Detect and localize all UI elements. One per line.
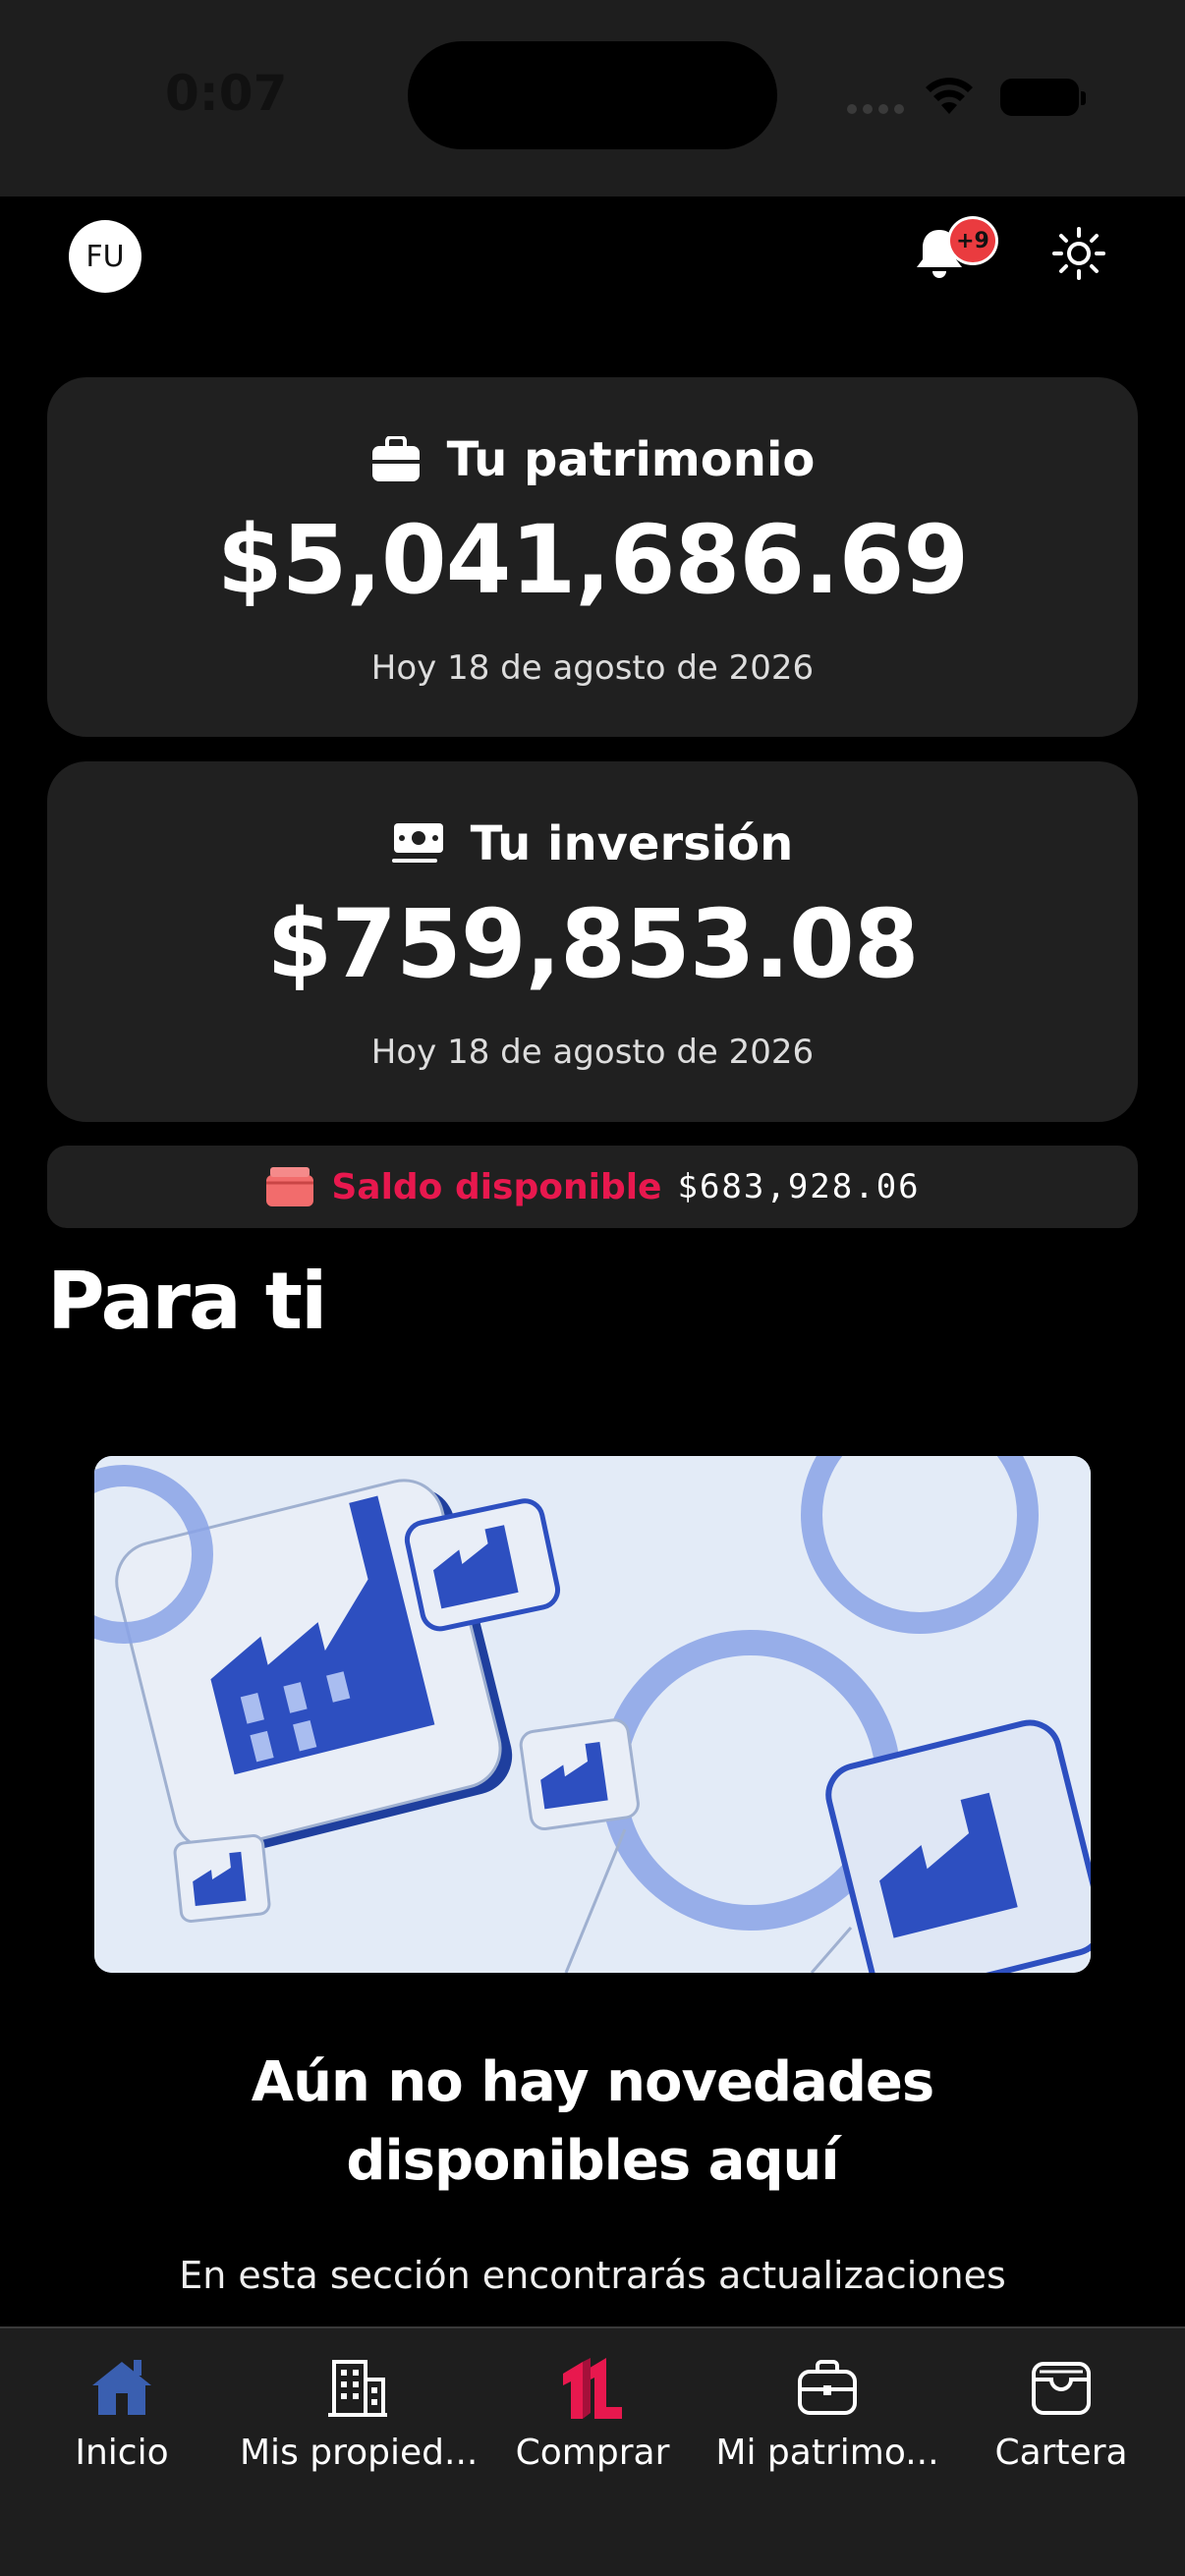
signal-icon (847, 104, 906, 114)
wallet-icon (1032, 2362, 1091, 2415)
patrimonio-value: $5,041,686.69 (216, 505, 969, 615)
patrimonio-card[interactable]: Tu patrimonio $5,041,686.69 Hoy 18 de ag… (47, 377, 1138, 737)
inversion-value: $759,853.08 (266, 889, 919, 999)
patrimonio-date: Hoy 18 de agosto de 2026 (370, 648, 815, 688)
nav-item-mis-propiedades[interactable]: Mis propied... (240, 2348, 479, 2473)
inversion-date: Hoy 18 de agosto de 2026 (370, 1033, 815, 1072)
bottom-nav: Inicio Mis propied... Comprar Mi patrimo… (0, 2326, 1185, 2576)
status-bar: 0:07 (0, 0, 1185, 196)
nav-label-comprar: Comprar (515, 2433, 670, 2473)
nav-item-comprar[interactable]: Comprar (475, 2348, 710, 2473)
nav-label-mi-patrimonio: Mi patrimo... (715, 2433, 939, 2473)
saldo-disponible[interactable]: Saldo disponible $683,928.06 (47, 1146, 1138, 1228)
section-title: Para ti (47, 1256, 327, 1347)
wifi-icon (926, 78, 973, 114)
building-icon (328, 2360, 387, 2417)
notification-badge: +9 (947, 216, 998, 265)
saldo-label: Saldo disponible (331, 1166, 662, 1207)
wallet-icon (266, 1167, 314, 1206)
empty-state-title: Aún no hay novedades disponibles aquí (251, 2050, 934, 2193)
nav-item-mi-patrimonio[interactable]: Mi patrimo... (709, 2348, 945, 2473)
dynamic-island (408, 41, 777, 149)
briefcase-icon (371, 436, 420, 481)
status-time: 0:07 (165, 65, 288, 122)
nav-label-cartera: Cartera (994, 2433, 1128, 2473)
nav-label-inicio: Inicio (75, 2433, 169, 2473)
nav-label-mis-propiedades: Mis propied... (240, 2433, 479, 2473)
home-icon (92, 2360, 151, 2415)
nav-item-inicio[interactable]: Inicio (4, 2348, 240, 2473)
battery-icon (1000, 79, 1086, 116)
cash-icon (391, 823, 443, 863)
briefcase-icon (798, 2360, 857, 2415)
saldo-value: $683,928.06 (677, 1167, 921, 1206)
avatar[interactable]: FU (69, 220, 141, 293)
nav-item-cartera[interactable]: Cartera (943, 2348, 1179, 2473)
inversion-card[interactable]: Tu inversión $759,853.08 Hoy 18 de agost… (47, 761, 1138, 1122)
brand-logo-icon (563, 2358, 622, 2419)
sun-icon[interactable] (1051, 226, 1106, 281)
empty-state-text: En esta sección encontrarás actualizacio… (179, 2254, 1006, 2297)
empty-state-illustration (94, 1456, 1091, 1973)
inversion-title: Tu inversión (470, 816, 794, 871)
patrimonio-title: Tu patrimonio (446, 432, 816, 487)
